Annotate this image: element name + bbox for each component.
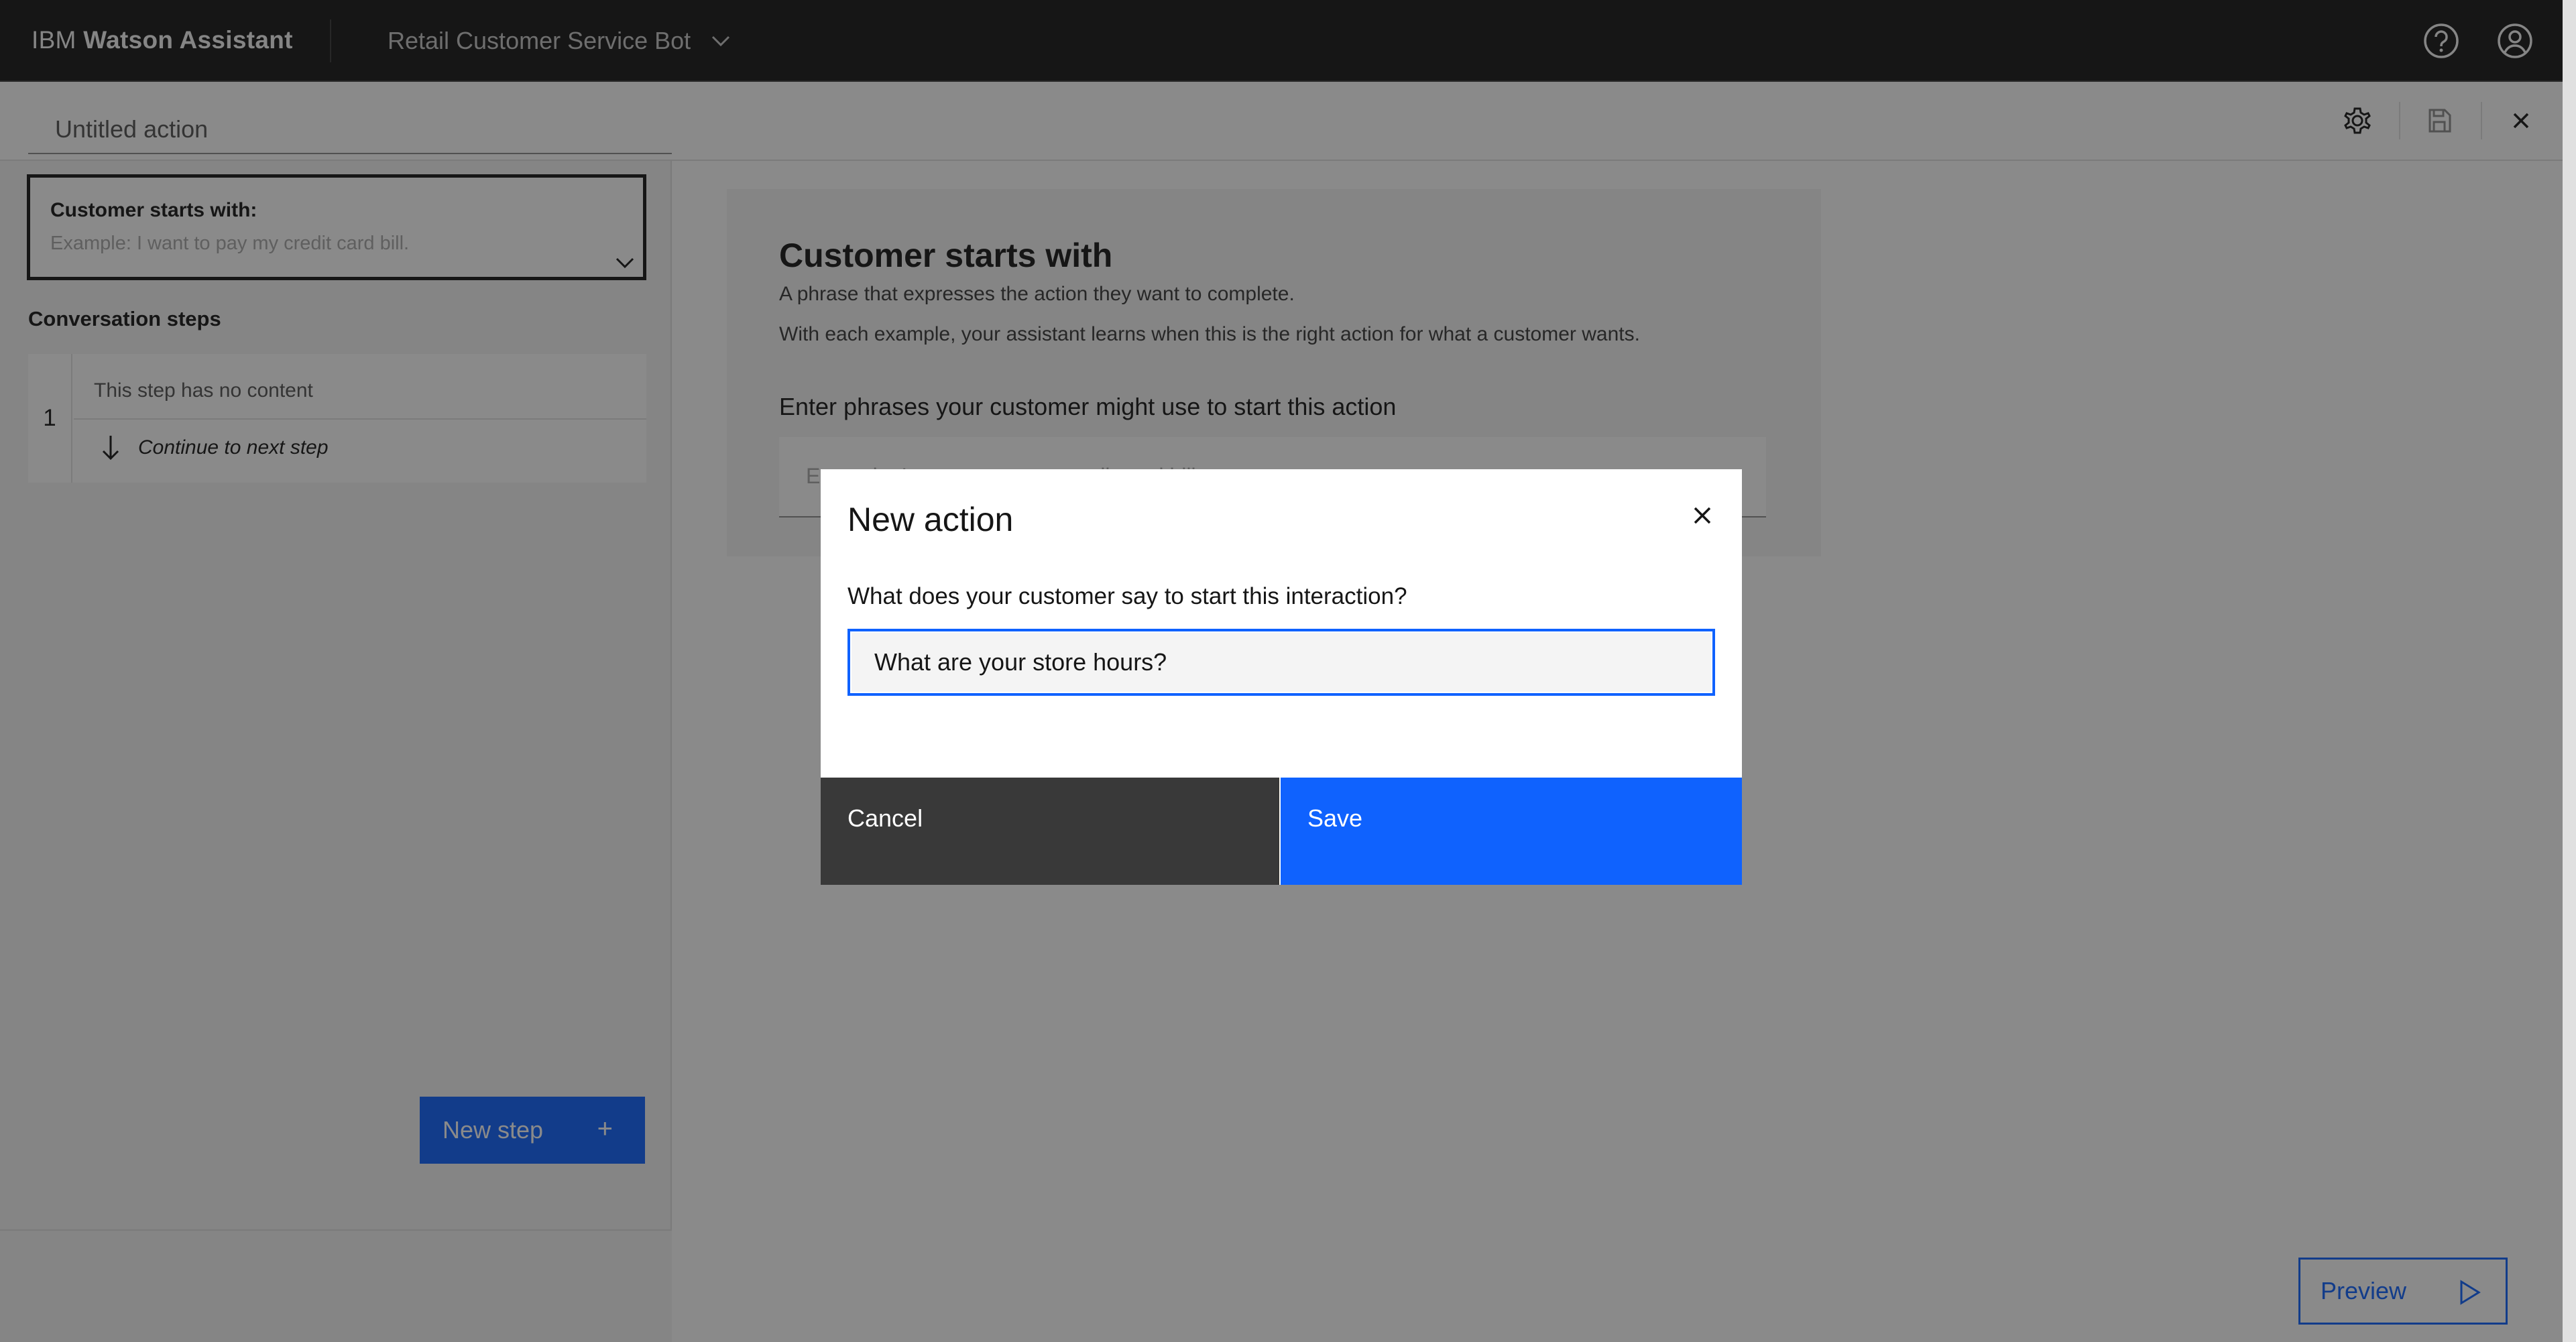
modal-field-label: What does your customer say to start thi… [847,583,1407,609]
cancel-button[interactable]: Cancel [821,778,1279,885]
window-edge [2563,0,2576,1342]
modal-title: New action [847,501,1014,538]
customer-phrase-input[interactable] [847,629,1715,696]
new-action-modal: New action What does your customer say t… [821,469,1742,885]
close-icon[interactable] [1686,499,1719,532]
save-button[interactable]: Save [1281,778,1742,885]
